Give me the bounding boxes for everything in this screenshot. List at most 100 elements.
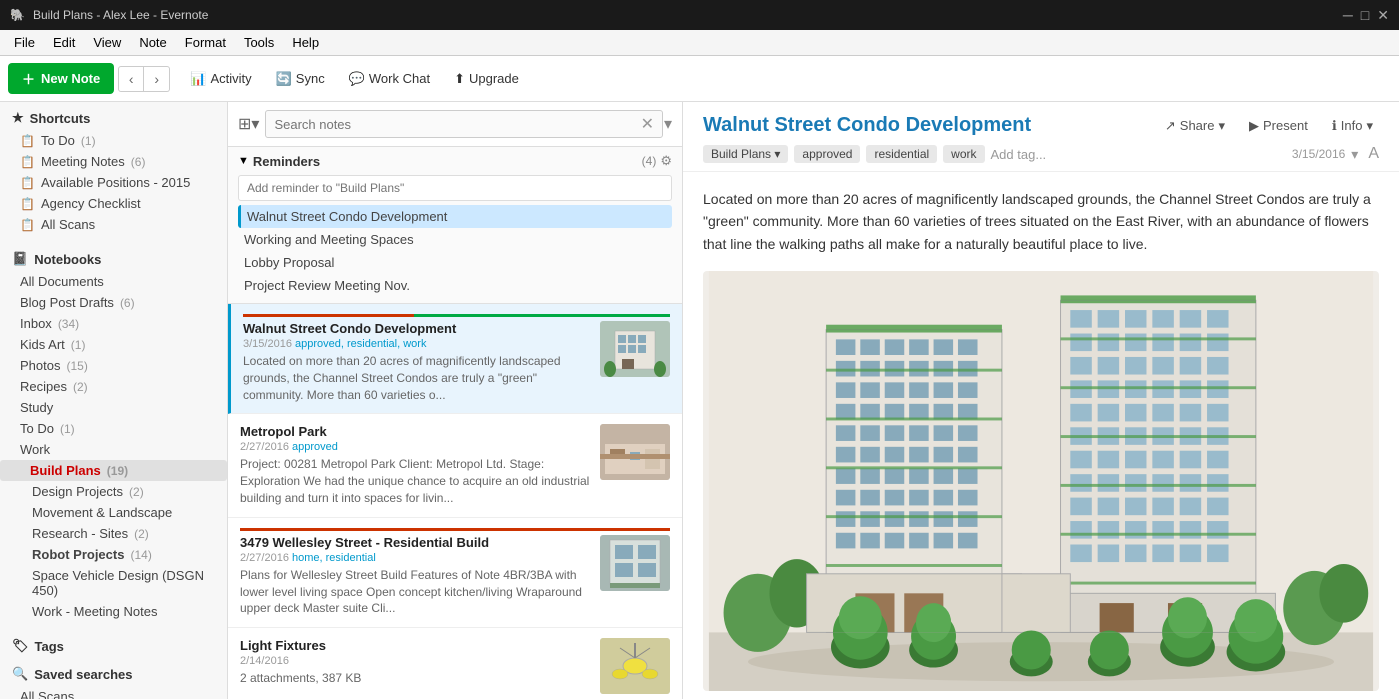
search-clear-button[interactable]: ✕ (641, 114, 654, 134)
shortcut-agency-checklist[interactable]: 📋 Agency Checklist (0, 193, 227, 214)
date-chevron-icon[interactable]: ▾ (1351, 146, 1358, 163)
reminder-lobby-proposal[interactable]: Lobby Proposal (238, 251, 672, 274)
note-card-light-fixtures[interactable]: Light Fixtures 2/14/2016 2 attachments, … (228, 628, 682, 699)
editor-header-actions: ↗ Share ▾ ▶ Present ℹ Info ▾ (1159, 115, 1379, 137)
tag-approved[interactable]: approved (794, 145, 860, 163)
title-bar: 🐘 Build Plans - Alex Lee - Evernote ─ □ … (0, 0, 1399, 30)
shortcut-all-scans[interactable]: 📋 All Scans (0, 214, 227, 235)
notebook-space-vehicle[interactable]: Space Vehicle Design (DSGN 450) (0, 565, 227, 601)
notebook-inbox[interactable]: Inbox (34) (0, 313, 227, 334)
note-icon: 📋 (20, 176, 35, 190)
close-button[interactable]: ✕ (1377, 7, 1389, 24)
upgrade-button[interactable]: ⬆ Upgrade (444, 66, 529, 92)
note-icon: 📋 (20, 155, 35, 169)
window-title: Build Plans - Alex Lee - Evernote (33, 8, 1343, 22)
notebook-work-meeting-notes[interactable]: Work - Meeting Notes (0, 601, 227, 622)
app-body: ★ Shortcuts 📋 To Do (1) 📋 Meeting Notes … (0, 102, 1399, 699)
search-input[interactable] (265, 110, 662, 138)
info-button[interactable]: ℹ Info ▾ (1326, 115, 1379, 137)
note-title: Walnut Street Condo Development (703, 114, 1159, 137)
notebook-photos[interactable]: Photos (15) (0, 355, 227, 376)
notebook-kids-art[interactable]: Kids Art (1) (0, 334, 227, 355)
sort-icon[interactable]: ▾ (664, 114, 672, 134)
note-card-top: Walnut Street Condo Development 3/15/201… (243, 321, 670, 403)
app-icon: 🐘 (10, 8, 25, 22)
note-thumb-fixtures (600, 638, 670, 694)
collapse-reminders-button[interactable]: ▼ (238, 155, 249, 167)
notebook-robot-projects[interactable]: Robot Projects (14) (0, 544, 227, 565)
note-card-metropol-park[interactable]: Metropol Park 2/27/2016 approved Project… (228, 414, 682, 517)
window-controls[interactable]: ─ □ ✕ (1343, 7, 1389, 24)
note-card-content: Walnut Street Condo Development 3/15/201… (243, 321, 592, 403)
reminders-header: ▼ Reminders (4) ⚙ (238, 153, 672, 169)
notebook-recipes[interactable]: Recipes (2) (0, 376, 227, 397)
present-button[interactable]: ▶ Present (1243, 115, 1314, 137)
shortcut-todo[interactable]: 📋 To Do (1) (0, 130, 227, 151)
notebook-todo[interactable]: To Do (1) (0, 418, 227, 439)
minimize-button[interactable]: ─ (1343, 7, 1353, 24)
shortcut-available-positions[interactable]: 📋 Available Positions - 2015 (0, 172, 227, 193)
star-icon: ★ (12, 110, 24, 126)
new-note-button[interactable]: ＋ New Note (8, 63, 114, 94)
shortcut-meeting-notes[interactable]: 📋 Meeting Notes (6) (0, 151, 227, 172)
note-thumb-walnut (600, 321, 670, 377)
reminder-project-review[interactable]: Project Review Meeting Nov. (238, 274, 672, 297)
font-size-icon[interactable]: A (1368, 145, 1379, 163)
menu-file[interactable]: File (6, 33, 43, 52)
reminder-walnut-street[interactable]: Walnut Street Condo Development (238, 205, 672, 228)
menu-note[interactable]: Note (131, 33, 174, 52)
note-image-building (703, 271, 1379, 691)
note-card-content: Metropol Park 2/27/2016 approved Project… (240, 424, 592, 506)
maximize-button[interactable]: □ (1361, 7, 1369, 24)
menu-view[interactable]: View (85, 33, 129, 52)
notebook-blog-post-drafts[interactable]: Blog Post Drafts (6) (0, 292, 227, 313)
note-priority-bar (240, 528, 670, 531)
menu-format[interactable]: Format (177, 33, 234, 52)
add-reminder-input[interactable] (238, 175, 672, 201)
note-card-top: Light Fixtures 2/14/2016 2 attachments, … (240, 638, 670, 694)
note-editor-header: Walnut Street Condo Development ↗ Share … (683, 102, 1399, 172)
note-card-top: 3479 Wellesley Street - Residential Buil… (240, 535, 670, 617)
view-toggle-icon[interactable]: ⊞▾ (238, 114, 259, 134)
saved-search-all-scans[interactable]: All Scans (0, 686, 227, 699)
tag-work[interactable]: work (943, 145, 984, 163)
note-card-walnut-street[interactable]: Walnut Street Condo Development 3/15/201… (228, 304, 682, 414)
note-card-top: Metropol Park 2/27/2016 approved Project… (240, 424, 670, 506)
work-chat-button[interactable]: 💬 Work Chat (339, 66, 440, 92)
tags-header: 🏷 Tags (0, 630, 227, 658)
tag-residential[interactable]: residential (866, 145, 937, 163)
sidebar: ★ Shortcuts 📋 To Do (1) 📋 Meeting Notes … (0, 102, 228, 699)
note-thumb-wellesley (600, 535, 670, 591)
notebook-study[interactable]: Study (0, 397, 227, 418)
menu-edit[interactable]: Edit (45, 33, 83, 52)
notebook-build-plans[interactable]: Build Plans (19) (0, 460, 227, 481)
notebook-research-sites[interactable]: Research - Sites (2) (0, 523, 227, 544)
info-icon: ℹ (1332, 118, 1337, 134)
reminder-working-meeting-spaces[interactable]: Working and Meeting Spaces (238, 228, 672, 251)
note-body-text: Located on more than 20 acres of magnifi… (703, 188, 1379, 255)
present-icon: ▶ (1249, 118, 1259, 134)
menu-bar: File Edit View Note Format Tools Help (0, 30, 1399, 56)
menu-help[interactable]: Help (284, 33, 327, 52)
reminders-settings-icon[interactable]: ⚙ (660, 153, 672, 169)
notebook-movement-landscape[interactable]: Movement & Landscape (0, 502, 227, 523)
note-card-content: 3479 Wellesley Street - Residential Buil… (240, 535, 592, 617)
notebook-work[interactable]: Work (0, 439, 227, 460)
notebook-all-documents[interactable]: All Documents (0, 271, 227, 292)
add-tag-button[interactable]: Add tag... (991, 147, 1047, 162)
note-icon: 📋 (20, 218, 35, 232)
menu-tools[interactable]: Tools (236, 33, 282, 52)
plus-icon: ＋ (22, 69, 35, 88)
chat-icon: 💬 (349, 71, 365, 87)
share-button[interactable]: ↗ Share ▾ (1159, 115, 1231, 137)
notebook-design-projects[interactable]: Design Projects (2) (0, 481, 227, 502)
activity-icon: 📊 (190, 71, 206, 87)
notebook-tag[interactable]: Build Plans ▾ (703, 145, 788, 163)
note-card-wellesley[interactable]: 3479 Wellesley Street - Residential Buil… (228, 518, 682, 628)
forward-button[interactable]: › (144, 66, 170, 92)
notebooks-header: 📓 Notebooks (0, 243, 227, 271)
nav-buttons: ‹ › (118, 66, 170, 92)
back-button[interactable]: ‹ (118, 66, 144, 92)
activity-button[interactable]: 📊 Activity (180, 66, 261, 92)
sync-button[interactable]: 🔄 Sync (266, 66, 335, 92)
